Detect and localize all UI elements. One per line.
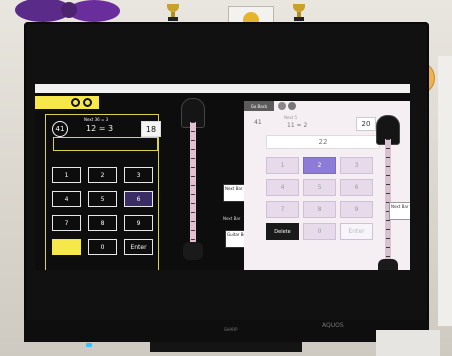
answer-field[interactable]: [53, 137, 158, 151]
tv-stand: [150, 342, 302, 352]
key-0[interactable]: 0: [303, 223, 336, 240]
math-question: 12 = 3: [86, 124, 114, 133]
level-label: 41: [254, 119, 262, 126]
key-9[interactable]: 9: [340, 201, 373, 218]
level-badge: 41: [52, 121, 68, 137]
enter-button[interactable]: Enter: [124, 239, 153, 255]
score-box: 20: [356, 117, 376, 131]
key-3[interactable]: 3: [340, 157, 373, 174]
sound-icon[interactable]: [71, 98, 80, 107]
right-math-panel: Go Back 41 Next 5 11 = 2 20 22 1 2 3 4 5…: [244, 101, 410, 270]
trophy-icon: [292, 4, 306, 22]
math-question: 11 = 2: [287, 122, 308, 129]
key-5[interactable]: 5: [303, 179, 336, 196]
key-1[interactable]: 1: [52, 167, 81, 183]
gear-icon[interactable]: [278, 102, 286, 110]
settings-icon[interactable]: [83, 98, 92, 107]
tv-screen: 41 Next 36 = 3 12 = 3 18 1 2 3 4 5 6 7 8…: [35, 84, 410, 270]
key-4[interactable]: 4: [52, 191, 81, 207]
enter-button[interactable]: Enter: [340, 223, 373, 240]
next-question-text: Next 36 = 3: [84, 117, 109, 122]
middle-footer-text: Next Bar: [223, 216, 241, 221]
tv-brand: SHARP: [224, 327, 238, 332]
key-2[interactable]: 2: [303, 157, 336, 174]
guitar-neck: [190, 122, 196, 242]
power-indicator: [86, 343, 92, 347]
key-8[interactable]: 8: [303, 201, 336, 218]
tv-model-label: AQUOS: [322, 322, 344, 329]
answer-field[interactable]: 22: [266, 135, 380, 149]
guitar-body: [183, 242, 203, 260]
key-2[interactable]: 2: [88, 167, 117, 183]
key-0[interactable]: 0: [88, 239, 117, 255]
delete-button[interactable]: Delete: [266, 223, 299, 240]
guitar-neck: [385, 139, 391, 259]
guitar-body: [378, 259, 398, 270]
key-8[interactable]: 8: [88, 215, 117, 231]
blank-key[interactable]: [52, 239, 81, 255]
key-3[interactable]: 3: [124, 167, 153, 183]
sound-icon[interactable]: [288, 102, 296, 110]
left-math-panel: 41 Next 36 = 3 12 = 3 18 1 2 3 4 5 6 7 8…: [45, 114, 161, 270]
score-box: 18: [141, 121, 161, 137]
key-1[interactable]: 1: [266, 157, 299, 174]
trophy-icon: [166, 4, 180, 22]
key-6[interactable]: 6: [124, 191, 153, 207]
key-5[interactable]: 5: [88, 191, 117, 207]
top-strip: [35, 84, 410, 93]
key-9[interactable]: 9: [124, 215, 153, 231]
go-back-button[interactable]: Go Back: [244, 101, 274, 111]
right-progress-note: Next Bar: [389, 202, 410, 220]
side-wall-sheet: [438, 56, 452, 326]
key-7[interactable]: 7: [52, 215, 81, 231]
key-4[interactable]: 4: [266, 179, 299, 196]
next-question-text: Next 5: [284, 115, 298, 120]
wall-sign: [376, 330, 440, 356]
key-6[interactable]: 6: [340, 179, 373, 196]
key-7[interactable]: 7: [266, 201, 299, 218]
